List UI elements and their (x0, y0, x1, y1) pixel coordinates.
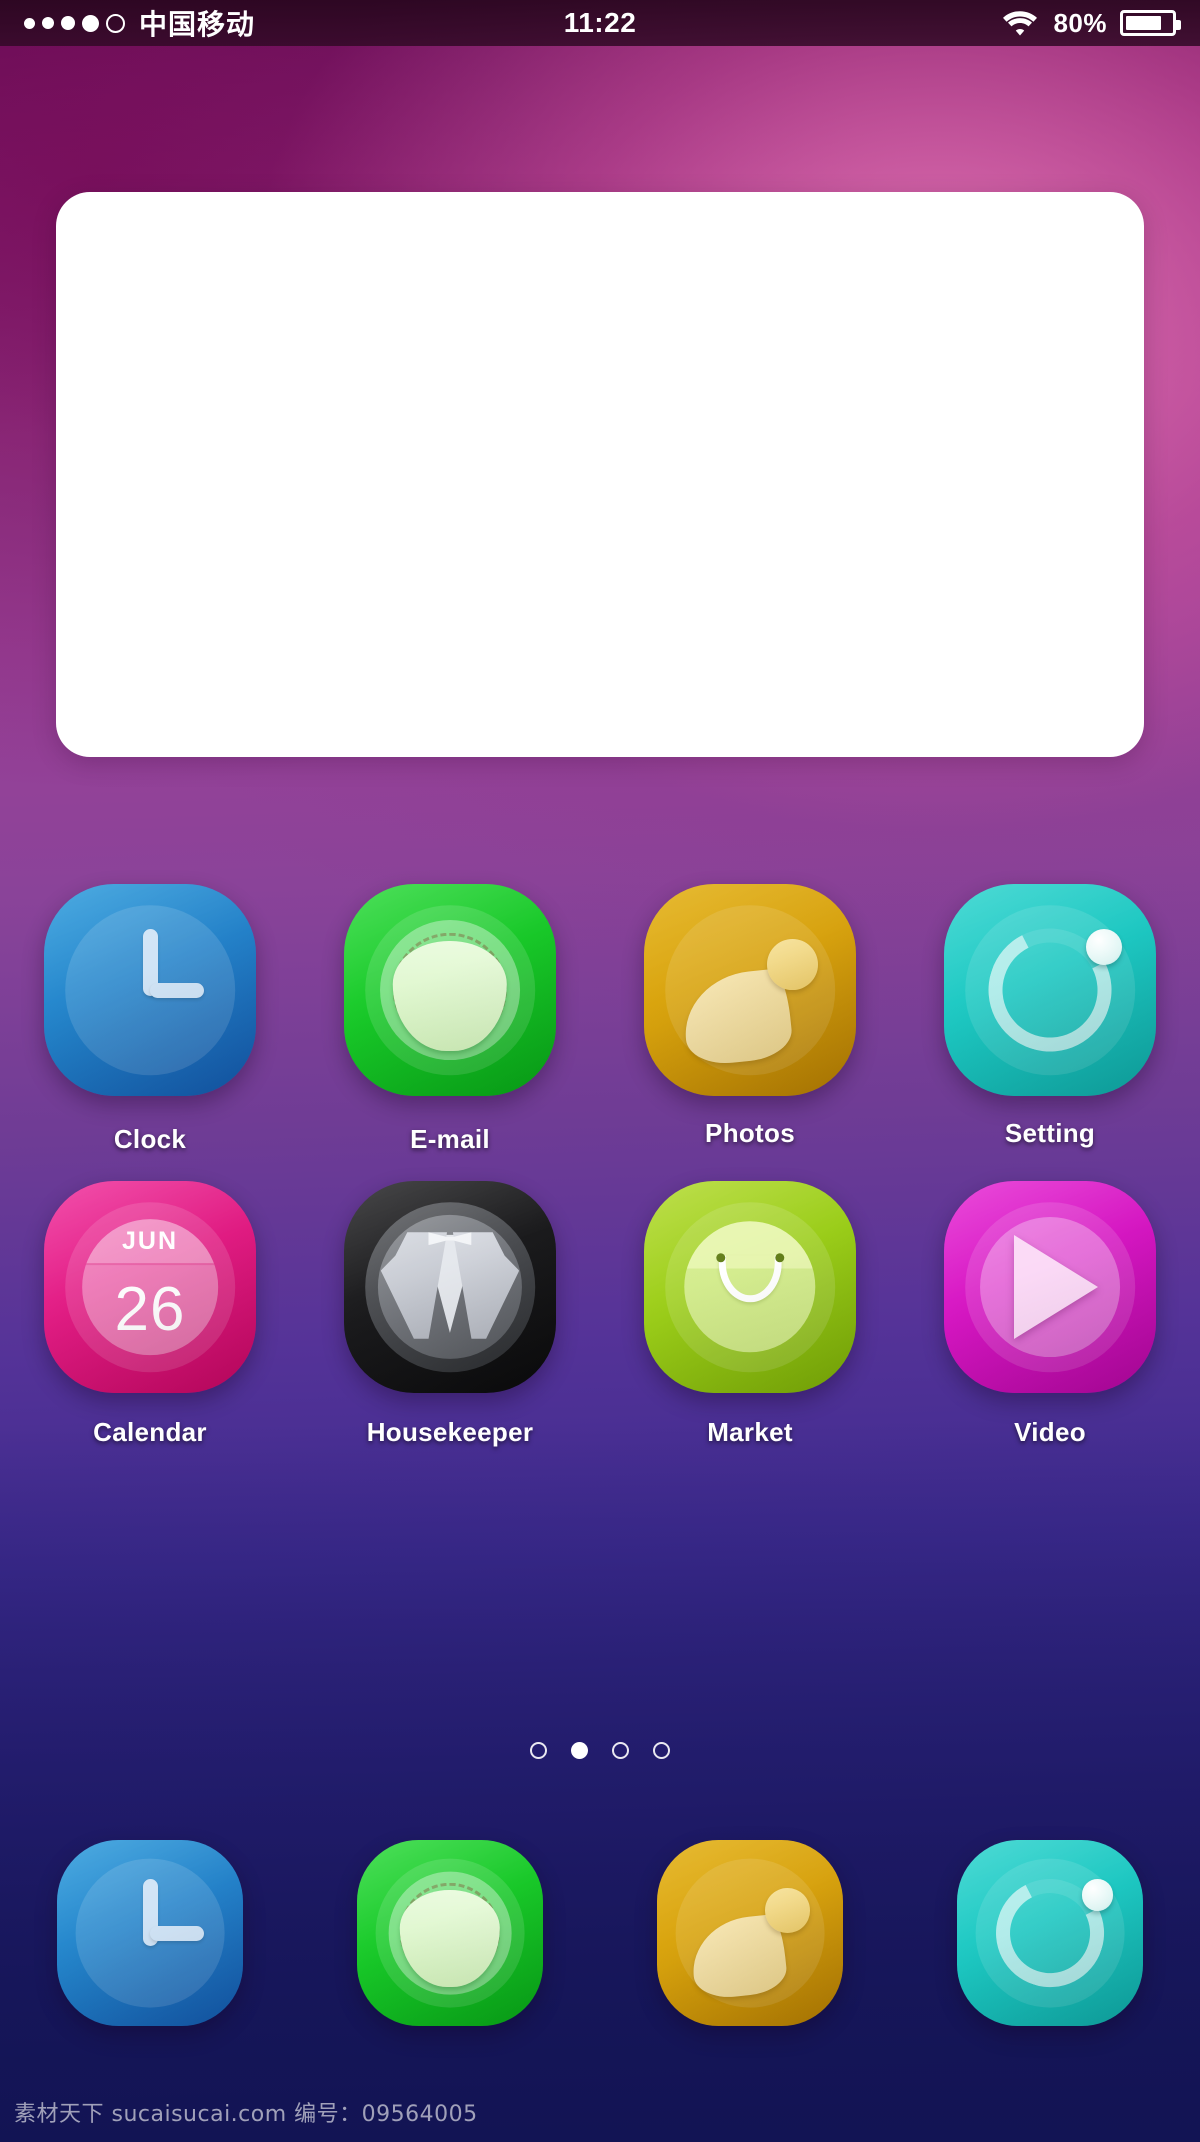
wifi-icon (1003, 11, 1038, 36)
clock-icon[interactable] (44, 884, 256, 1096)
photos-icon[interactable] (657, 1840, 843, 2026)
clock-icon[interactable] (57, 1840, 243, 2026)
page-dot-3[interactable] (612, 1742, 629, 1759)
app-row-2: JUN 26 Calendar Housekeeper Market Video (0, 1181, 1200, 1448)
app-label: Calendar (93, 1417, 207, 1447)
app-label: Video (1014, 1417, 1086, 1447)
status-bar: 中国移动 11:22 80% (0, 0, 1200, 46)
app-grid: Clock E-mail Photos Setting JUN 26 Calen… (0, 884, 1200, 1448)
app-label: Housekeeper (366, 1417, 534, 1447)
calendar-month-label: JUN (121, 1226, 179, 1255)
photos-sun-dot (766, 939, 818, 990)
page-dot-4[interactable] (653, 1742, 670, 1759)
shopping-bag-icon (684, 1221, 816, 1353)
battery-icon (1120, 10, 1181, 36)
calendar-day-label: 26 (114, 1275, 186, 1345)
email-icon[interactable] (344, 884, 556, 1096)
bag-stud-left (715, 1252, 725, 1262)
status-bar-right: 80% (1000, 7, 1181, 39)
app-row-1: Clock E-mail Photos Setting (0, 884, 1200, 1155)
app-market[interactable]: Market (600, 1181, 900, 1448)
page-dot-2-active[interactable] (571, 1742, 588, 1759)
setting-knob (1081, 1879, 1114, 1911)
page-indicator (0, 1742, 1200, 1759)
phone-home-screen: 中国移动 11:22 80% Clock E-mail Photos Setti… (0, 0, 1200, 2142)
signal-strength-icon (24, 13, 125, 33)
app-photos[interactable]: Photos (600, 884, 900, 1155)
housekeeper-icon[interactable] (344, 1181, 556, 1393)
app-label: Photos (705, 1118, 795, 1148)
dock-app-email[interactable] (300, 1840, 600, 2026)
bag-handle (718, 1255, 782, 1303)
app-housekeeper[interactable]: Housekeeper (300, 1181, 600, 1448)
dock-app-setting[interactable] (900, 1840, 1200, 2026)
blank-widget-card[interactable] (56, 192, 1144, 757)
housekeeper-inner-disc (377, 1214, 523, 1360)
market-icon[interactable] (644, 1181, 856, 1393)
wallpaper-bottom-glow (0, 1422, 1200, 2142)
photos-sun-dot (764, 1888, 810, 1933)
page-dot-1[interactable] (530, 1742, 547, 1759)
status-bar-left: 中国移动 (24, 3, 255, 43)
app-email[interactable]: E-mail (300, 884, 600, 1155)
bag-stud-right (775, 1252, 785, 1262)
dock-app-clock[interactable] (0, 1840, 300, 2026)
dock-app-photos[interactable] (600, 1840, 900, 2026)
email-icon[interactable] (357, 1840, 543, 2026)
battery-percent-label: 80% (1053, 7, 1107, 38)
clock-hour-hand (150, 982, 204, 998)
video-icon[interactable] (944, 1181, 1156, 1393)
app-label: Clock (113, 1124, 187, 1154)
app-clock[interactable]: Clock (0, 884, 300, 1155)
app-label: Market (707, 1417, 793, 1447)
setting-icon[interactable] (957, 1840, 1143, 2026)
source-watermark: 素材天下 sucaisucai.com 编号：09564005 (14, 2102, 478, 2127)
dock (0, 1840, 1200, 2026)
calendar-icon[interactable]: JUN 26 (44, 1181, 256, 1393)
app-label: E-mail (410, 1124, 490, 1154)
play-icon (1014, 1235, 1099, 1339)
photos-icon[interactable] (644, 884, 856, 1096)
app-label: Setting (1004, 1118, 1096, 1148)
app-setting[interactable]: Setting (900, 884, 1200, 1155)
app-calendar[interactable]: JUN 26 Calendar (0, 1181, 300, 1448)
battery-fill (1126, 16, 1162, 30)
setting-icon[interactable] (944, 884, 1156, 1096)
clock-hour-hand (150, 1925, 204, 1941)
app-video[interactable]: Video (900, 1181, 1200, 1448)
carrier-name: 中国移动 (139, 8, 256, 41)
calendar-face: JUN 26 (82, 1219, 218, 1355)
setting-knob (1086, 928, 1123, 965)
